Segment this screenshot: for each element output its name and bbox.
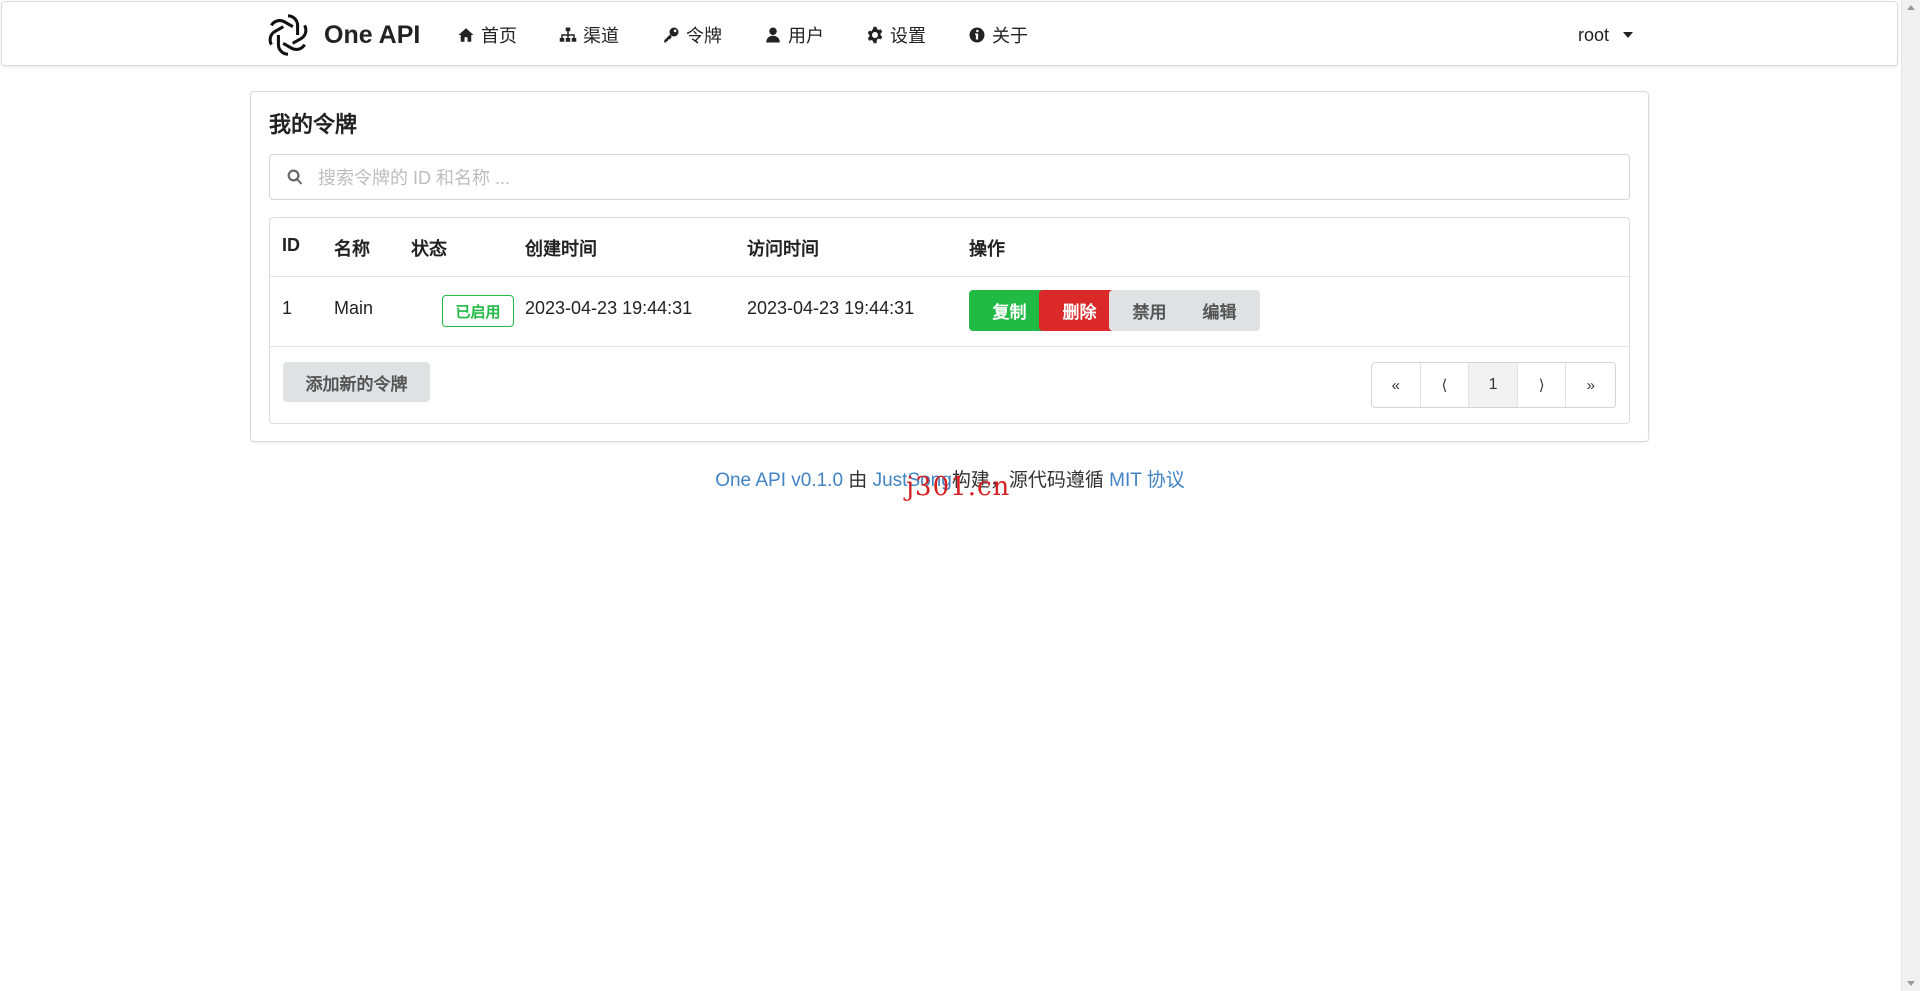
column-header-accessed[interactable]: 访问时间 [747,235,819,261]
column-header-created[interactable]: 创建时间 [525,235,597,261]
cell-created: 2023-04-23 19:44:31 [525,298,693,318]
nav-item-label: 用户 [788,26,824,46]
column-header-id[interactable]: ID [282,235,300,256]
column-header-status[interactable]: 状态 [411,235,447,261]
nav-item-settings[interactable]: 设置 [866,20,926,50]
column-header-actions: 操作 [969,239,1005,259]
page-next-button[interactable]: ⟩ [1518,363,1567,407]
edit-button[interactable]: 编辑 [1179,290,1260,331]
key-icon [664,27,679,43]
copy-button[interactable]: 复制 [969,290,1050,331]
user-name: root [1578,24,1610,45]
header-divider [270,276,1629,277]
openai-logo-icon [268,14,308,56]
page-last-button[interactable]: » [1566,363,1615,407]
caret-down-icon [1623,32,1634,38]
sitemap-icon [559,27,577,42]
info-icon [969,27,985,43]
scroll-up-icon[interactable] [1907,5,1915,10]
gear-icon [867,26,883,44]
status-badge: 已启用 [442,295,514,327]
scroll-down-icon[interactable] [1907,981,1915,986]
brand-name: One API [324,20,421,49]
cell-id: 1 [282,298,293,318]
watermark: j301.cn [906,472,1011,502]
add-token-button[interactable]: 添加新的令牌 [283,362,430,402]
license-link[interactable]: MIT 协议 [1109,470,1185,491]
disable-button[interactable]: 禁用 [1109,290,1190,331]
cell-accessed: 2023-04-23 19:44:31 [747,298,915,318]
nav-item-label: 设置 [890,26,926,46]
page-first-button[interactable]: « [1372,363,1421,407]
tokens-card: 我的令牌 ID 名称 状态 创建时间 访问时间 操作 1 Main 已启用 20… [250,91,1649,442]
pagination: « ⟨ 1 ⟩ » [1371,362,1616,408]
search-icon [287,169,303,185]
brand[interactable]: One API [265,12,420,58]
nav-item-label: 令牌 [686,26,722,46]
nav-item-home[interactable]: 首页 [457,20,517,50]
nav-item-channels[interactable]: 渠道 [559,20,619,50]
footer-text-by: 由 [848,470,868,491]
tokens-table: ID 名称 状态 创建时间 访问时间 操作 1 Main 已启用 2023-04… [269,217,1630,424]
user-icon [766,27,780,43]
top-navbar: One API 首页 渠道 令牌 用户 设置 关于 root [1,1,1898,66]
project-link[interactable]: One API v0.1.0 [715,470,843,491]
vertical-scrollbar[interactable] [1901,0,1920,991]
column-header-name[interactable]: 名称 [334,235,370,261]
delete-button[interactable]: 删除 [1039,290,1120,331]
cell-name: Main [334,298,374,318]
nav-item-users[interactable]: 用户 [764,20,824,50]
nav-item-tokens[interactable]: 令牌 [662,20,722,50]
nav-item-label: 首页 [481,26,517,46]
page-title: 我的令牌 [269,112,358,137]
page-number-button[interactable]: 1 [1469,363,1518,407]
search-input[interactable] [316,155,1620,201]
home-icon [458,28,474,42]
nav-item-label: 渠道 [583,26,619,46]
user-dropdown[interactable]: root [1578,20,1634,50]
nav-item-label: 关于 [992,26,1028,46]
search-box [269,154,1630,201]
page-prev-button[interactable]: ⟨ [1421,363,1470,407]
footer-divider [270,346,1629,347]
nav-item-about[interactable]: 关于 [968,20,1028,50]
